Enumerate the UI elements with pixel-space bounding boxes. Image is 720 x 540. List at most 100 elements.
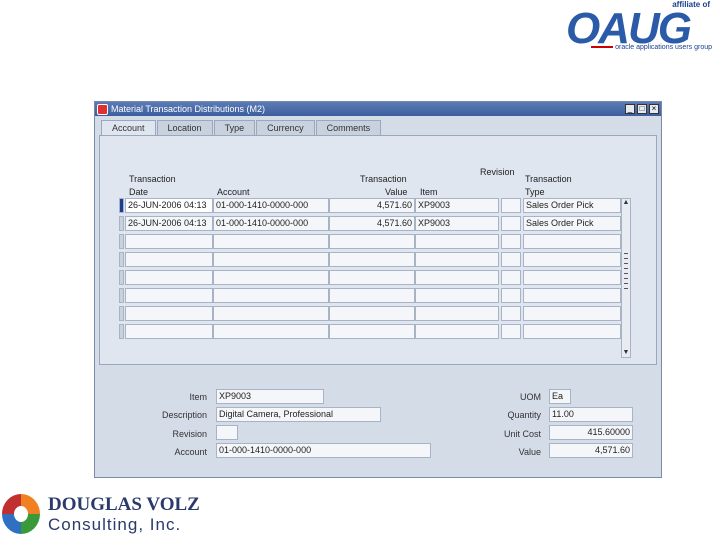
tab-account[interactable]: Account [101, 120, 156, 135]
detail-uom-field[interactable]: Ea [549, 389, 571, 404]
header-type-line1: Transaction [525, 174, 572, 184]
record-indicator[interactable] [119, 306, 124, 321]
company-name-line1: DOUGLAS VOLZ [48, 494, 200, 515]
cell-date[interactable] [125, 234, 213, 249]
record-indicator[interactable] [119, 216, 124, 231]
cell-account[interactable] [213, 324, 329, 339]
detail-revision-field[interactable] [216, 425, 238, 440]
company-name-line2: Consulting, Inc. [48, 515, 182, 534]
detail-uom-label: UOM [520, 392, 541, 402]
douglas-volz-logo: DOUGLAS VOLZ Consulting, Inc. [0, 490, 200, 540]
scroll-grip-icon[interactable] [624, 253, 628, 293]
tab-currency[interactable]: Currency [256, 120, 315, 135]
window-titlebar[interactable]: Material Transaction Distributions (M2) … [95, 102, 661, 116]
cell-type[interactable] [523, 270, 621, 285]
cell-item[interactable] [415, 306, 499, 321]
cell-date[interactable] [125, 270, 213, 285]
cell-item[interactable] [415, 324, 499, 339]
oaug-logo: affiliate of OAUG oracle applications us… [566, 0, 716, 60]
cell-item[interactable] [415, 234, 499, 249]
cell-value[interactable] [329, 234, 415, 249]
detail-item-field[interactable]: XP9003 [216, 389, 324, 404]
tab-type[interactable]: Type [213, 120, 256, 135]
cell-value[interactable]: 4,571.60 [329, 198, 415, 213]
oracle-app-icon [97, 103, 108, 115]
detail-value-field[interactable]: 4,571.60 [549, 443, 633, 458]
record-indicator[interactable] [119, 252, 124, 267]
header-value-line1: Transaction [360, 174, 407, 184]
tab-location[interactable]: Location [156, 120, 213, 135]
tab-strip: Account Location Type Currency Comments [101, 120, 382, 135]
cell-account[interactable]: 01-000-1410-0000-000 [213, 198, 329, 213]
cell-type[interactable]: Sales Order Pick [523, 198, 621, 213]
record-indicator[interactable] [119, 198, 124, 213]
cell-type[interactable]: Sales Order Pick [523, 216, 621, 231]
cell-revision[interactable] [501, 324, 521, 339]
close-icon[interactable]: × [649, 104, 659, 114]
cell-revision[interactable] [501, 306, 521, 321]
detail-unit-cost-label: Unit Cost [503, 429, 541, 439]
cell-date[interactable] [125, 252, 213, 267]
cell-account[interactable] [213, 270, 329, 285]
cell-item[interactable]: XP9003 [415, 216, 499, 231]
cell-account[interactable]: 01-000-1410-0000-000 [213, 216, 329, 231]
cell-value[interactable] [329, 288, 415, 303]
cell-value[interactable] [329, 306, 415, 321]
cell-revision[interactable] [501, 234, 521, 249]
cell-item[interactable] [415, 252, 499, 267]
scroll-down-icon[interactable]: ▼ [622, 349, 630, 357]
cell-value[interactable] [329, 252, 415, 267]
cell-revision[interactable] [501, 198, 521, 213]
header-type-line2: Type [525, 187, 545, 197]
cell-value[interactable] [329, 270, 415, 285]
cell-revision[interactable] [501, 270, 521, 285]
record-indicator[interactable] [119, 270, 124, 285]
cell-date[interactable] [125, 288, 213, 303]
cell-date[interactable]: 26-JUN-2006 04:13 [125, 198, 213, 213]
cell-type[interactable] [523, 234, 621, 249]
cell-item[interactable]: XP9003 [415, 198, 499, 213]
record-indicator[interactable] [119, 288, 124, 303]
company-mark-icon [2, 494, 40, 534]
header-account: Account [217, 187, 250, 197]
maximize-icon[interactable]: □ [637, 104, 647, 114]
detail-account-field[interactable]: 01-000-1410-0000-000 [216, 443, 431, 458]
cell-revision[interactable] [501, 216, 521, 231]
cell-date[interactable]: 26-JUN-2006 04:13 [125, 216, 213, 231]
cell-account[interactable] [213, 288, 329, 303]
detail-account-label: Account [174, 447, 207, 457]
cell-value[interactable]: 4,571.60 [329, 216, 415, 231]
detail-unit-cost-field[interactable]: 415.60000 [549, 425, 633, 440]
cell-date[interactable] [125, 306, 213, 321]
cell-account[interactable] [213, 306, 329, 321]
cell-revision[interactable] [501, 252, 521, 267]
header-revision: Revision [480, 167, 515, 177]
detail-item-label: Item [189, 392, 207, 402]
cell-type[interactable] [523, 324, 621, 339]
record-indicator[interactable] [119, 234, 124, 249]
scroll-up-icon[interactable]: ▲ [622, 199, 630, 207]
cell-revision[interactable] [501, 288, 521, 303]
header-value-line2: Value [385, 187, 408, 197]
cell-account[interactable] [213, 234, 329, 249]
header-date-line1: Transaction [129, 174, 176, 184]
detail-description-field[interactable]: Digital Camera, Professional [216, 407, 381, 422]
cell-item[interactable] [415, 288, 499, 303]
cell-date[interactable] [125, 324, 213, 339]
cell-type[interactable] [523, 288, 621, 303]
cell-value[interactable] [329, 324, 415, 339]
detail-value-label: Value [518, 447, 541, 457]
detail-quantity-field[interactable]: 11.00 [549, 407, 633, 422]
cell-type[interactable] [523, 252, 621, 267]
material-transaction-distributions-window: Material Transaction Distributions (M2) … [94, 101, 662, 478]
cell-type[interactable] [523, 306, 621, 321]
record-indicator[interactable] [119, 324, 124, 339]
cell-item[interactable] [415, 270, 499, 285]
tab-comments[interactable]: Comments [315, 120, 382, 135]
detail-revision-label: Revision [172, 429, 207, 439]
minimize-icon[interactable]: _ [625, 104, 635, 114]
header-item: Item [420, 187, 438, 197]
detail-quantity-label: Quantity [507, 410, 541, 420]
grid-vertical-scrollbar[interactable]: ▲ ▼ [621, 198, 631, 358]
cell-account[interactable] [213, 252, 329, 267]
